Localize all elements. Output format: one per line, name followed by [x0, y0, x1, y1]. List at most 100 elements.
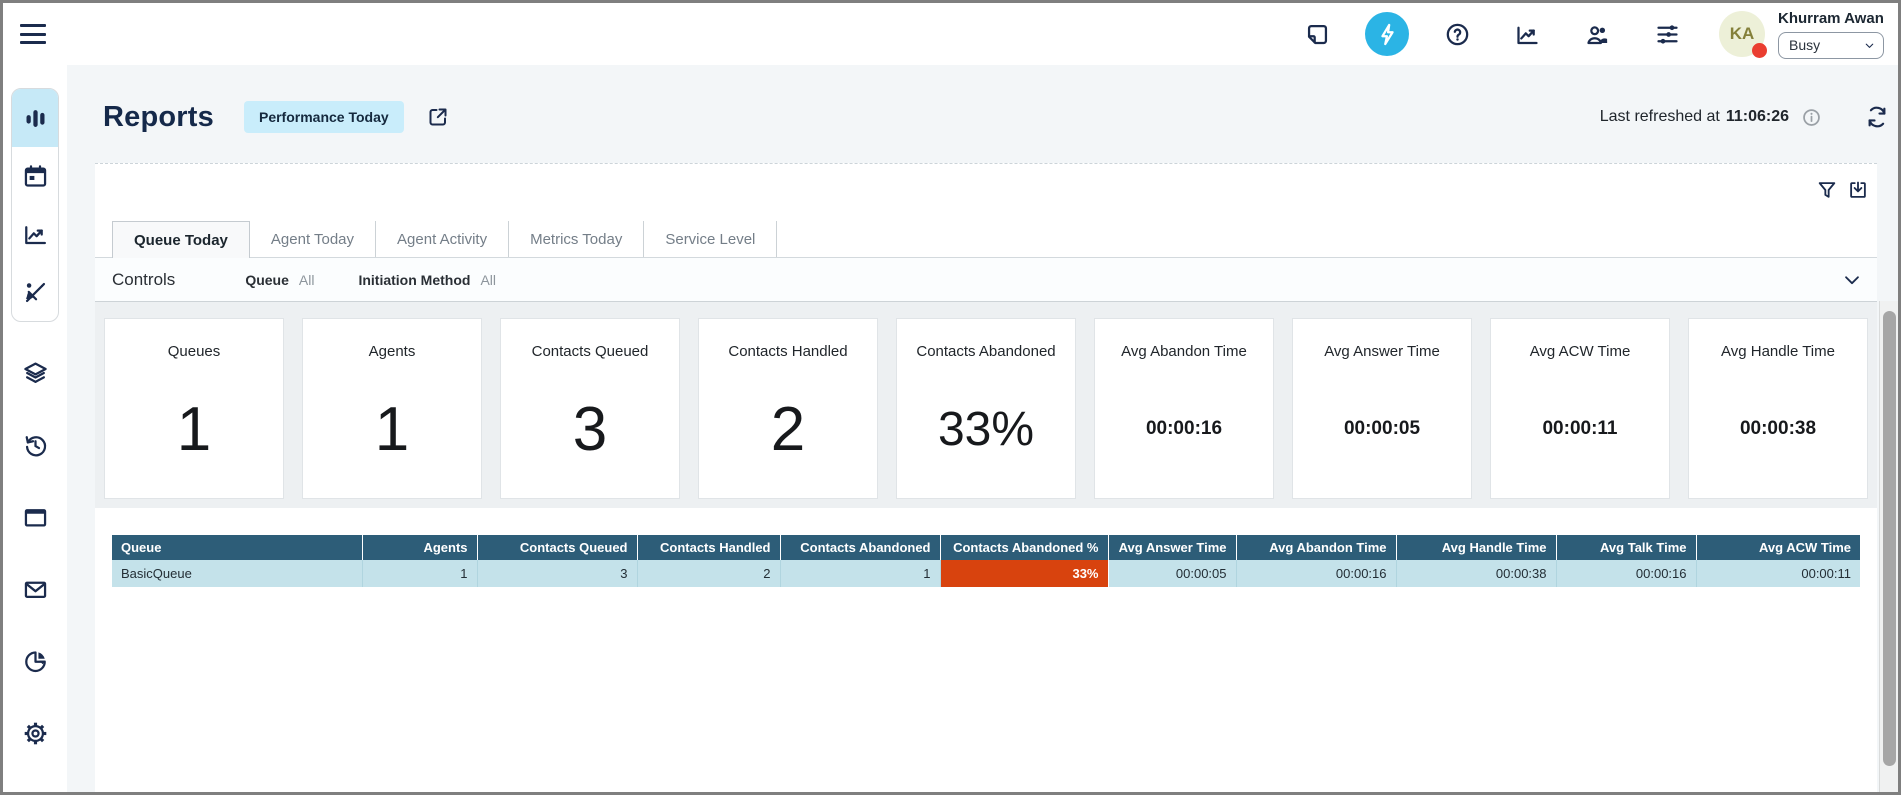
chevron-down-icon [1863, 39, 1876, 52]
notes-button[interactable] [1295, 12, 1339, 56]
queue-metrics-table-wrap: Queue Agents Contacts Queued Contacts Ha… [95, 508, 1877, 587]
kpi-label: Contacts Queued [532, 343, 649, 360]
cell-contacts-abandoned-pct: 33% [940, 560, 1108, 587]
sidebar-item-settings[interactable] [22, 720, 49, 747]
report-panel: Queue Today Agent Today Agent Activity M… [95, 163, 1877, 792]
preferences-button[interactable] [1645, 12, 1689, 56]
download-button[interactable] [1847, 179, 1869, 201]
tab-label: Agent Activity [397, 231, 487, 248]
tab-agent-today[interactable]: Agent Today [250, 221, 376, 257]
filter-value: All [480, 272, 496, 288]
kpi-card-avg-acw-time: Avg ACW Time 00:00:11 [1490, 318, 1670, 499]
page-header: Reports Performance Today Last refreshed… [67, 65, 1898, 161]
col-header-contacts-abandoned: Contacts Abandoned [780, 535, 940, 560]
cell-contacts-queued: 3 [477, 560, 637, 587]
table-header-row: Queue Agents Contacts Queued Contacts Ha… [112, 535, 1860, 560]
sidebar-item-reports[interactable] [12, 89, 58, 147]
sidebar-item-designer[interactable] [12, 263, 58, 321]
col-header-queue: Queue [112, 535, 362, 560]
kpi-value: 3 [573, 360, 607, 498]
busy-status-dot [1752, 43, 1767, 58]
open-external-button[interactable] [426, 105, 450, 129]
download-icon [1847, 179, 1869, 201]
kpi-label: Avg Handle Time [1721, 343, 1835, 360]
kpi-value: 00:00:05 [1344, 360, 1420, 498]
sidebar-item-history[interactable] [22, 432, 49, 459]
tab-agent-activity[interactable]: Agent Activity [376, 221, 509, 257]
sidebar-item-analytics[interactable] [12, 205, 58, 263]
quick-connect-button[interactable] [1365, 12, 1409, 56]
last-refreshed-time: 11:06:26 [1726, 108, 1789, 126]
history-clock-icon [22, 432, 49, 459]
page-title: Reports [103, 101, 214, 134]
content-area: Reports Performance Today Last refreshed… [67, 65, 1898, 792]
panel-toolbar [95, 164, 1877, 221]
mail-icon [22, 576, 49, 603]
layers-icon [22, 360, 49, 387]
sidebar-item-workspace[interactable] [22, 504, 49, 531]
paintbrush-pen-icon [22, 279, 49, 306]
sidebar-item-dashboards[interactable] [22, 648, 49, 675]
cell-contacts-handled: 2 [637, 560, 780, 587]
kpi-label: Contacts Abandoned [916, 343, 1055, 360]
sidebar-item-layers[interactable] [22, 360, 49, 387]
cell-agents: 1 [362, 560, 477, 587]
tab-queue-today[interactable]: Queue Today [112, 221, 250, 258]
main-area: Reports Performance Today Last refreshed… [3, 65, 1898, 792]
col-header-avg-acw-time: Avg ACW Time [1696, 535, 1860, 560]
people-icon [1584, 21, 1611, 48]
help-button[interactable] [1435, 12, 1479, 56]
collapse-controls-button[interactable] [1841, 269, 1863, 291]
vertical-scrollbar[interactable] [1879, 301, 1898, 792]
cell-contacts-abandoned: 1 [780, 560, 940, 587]
kpi-label: Avg ACW Time [1530, 343, 1631, 360]
metrics-button[interactable] [1505, 12, 1549, 56]
app-window: KA Khurram Awan Busy [0, 0, 1901, 795]
col-header-avg-handle-time: Avg Handle Time [1396, 535, 1556, 560]
note-icon [1304, 21, 1331, 48]
tab-label: Service Level [665, 231, 755, 248]
kpi-value: 00:00:38 [1740, 360, 1816, 498]
lightning-icon [1374, 21, 1401, 48]
filter-name: Initiation Method [358, 272, 470, 288]
refresh-info-button[interactable] [1801, 107, 1822, 128]
pie-chart-icon [22, 648, 49, 675]
avatar[interactable]: KA [1719, 11, 1765, 57]
refresh-button[interactable] [1864, 104, 1890, 130]
kpi-value: 00:00:11 [1542, 360, 1617, 498]
table-row[interactable]: BasicQueue 1 3 2 1 33% 00:00:05 00:00:16… [112, 560, 1860, 587]
queue-metrics-table: Queue Agents Contacts Queued Contacts Ha… [112, 535, 1860, 587]
tab-service-level[interactable]: Service Level [644, 221, 777, 257]
initiation-method-filter[interactable]: Initiation Method All [358, 272, 496, 288]
cell-avg-abandon-time: 00:00:16 [1236, 560, 1396, 587]
scrollbar-thumb[interactable] [1883, 311, 1896, 766]
refresh-area: Last refreshed at 11:06:26 [1600, 104, 1890, 130]
question-mark-icon [1444, 21, 1471, 48]
kpi-label: Avg Abandon Time [1121, 343, 1247, 360]
top-bar: KA Khurram Awan Busy [3, 3, 1898, 65]
chevron-down-icon [1841, 269, 1863, 291]
kpi-label: Avg Answer Time [1324, 343, 1440, 360]
sidebar-item-schedule[interactable] [12, 147, 58, 205]
kpi-card-avg-abandon-time: Avg Abandon Time 00:00:16 [1094, 318, 1274, 499]
col-header-contacts-abandoned-pct: Contacts Abandoned % [940, 535, 1108, 560]
tab-metrics-today[interactable]: Metrics Today [509, 221, 644, 257]
filter-button[interactable] [1816, 179, 1838, 201]
calendar-icon [22, 163, 49, 190]
tab-label: Queue Today [134, 232, 228, 249]
sidebar-item-mail[interactable] [22, 576, 49, 603]
status-dropdown[interactable]: Busy [1778, 32, 1884, 59]
user-name: Khurram Awan [1778, 10, 1884, 27]
col-header-avg-talk-time: Avg Talk Time [1556, 535, 1696, 560]
queue-filter[interactable]: Queue All [245, 272, 314, 288]
tab-bar: Queue Today Agent Today Agent Activity M… [95, 221, 1877, 258]
kpi-card-avg-handle-time: Avg Handle Time 00:00:38 [1688, 318, 1868, 499]
hamburger-menu-icon[interactable] [20, 24, 46, 44]
kpi-value: 33% [938, 360, 1034, 498]
bar-chart-icon [22, 105, 49, 132]
col-header-agents: Agents [362, 535, 477, 560]
cell-avg-answer-time: 00:00:05 [1108, 560, 1236, 587]
users-button[interactable] [1575, 12, 1619, 56]
cell-avg-talk-time: 00:00:16 [1556, 560, 1696, 587]
browser-window-icon [22, 504, 49, 531]
